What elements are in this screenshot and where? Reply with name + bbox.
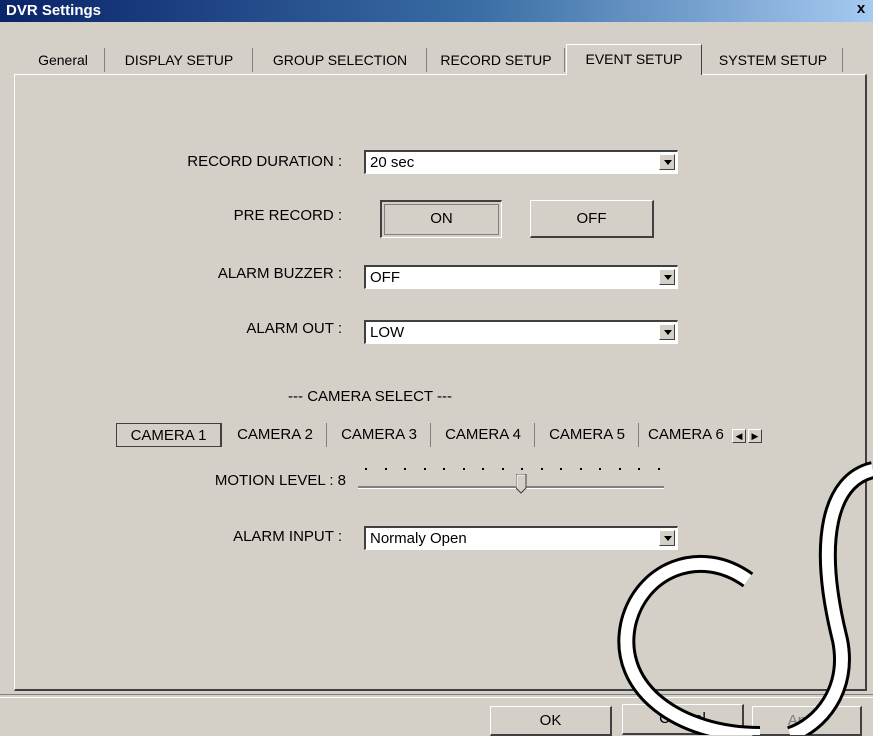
pre-record-off-label: OFF <box>576 210 607 227</box>
footer-separator <box>0 694 873 698</box>
camera-tab-4[interactable]: CAMERA 4 <box>432 423 535 447</box>
alarm-buzzer-select[interactable]: OFF <box>364 265 678 289</box>
slider-tick <box>482 468 485 470</box>
tab-event-setup[interactable]: EVENT SETUP <box>566 44 702 75</box>
apply-label: Apply <box>787 712 826 729</box>
slider-tick <box>521 468 524 470</box>
record-duration-label: RECORD DURATION : <box>187 153 342 170</box>
tab-system-setup[interactable]: SYSTEM SETUP <box>704 48 843 72</box>
camera-select-heading: --- CAMERA SELECT --- <box>288 388 452 405</box>
camera-tab-6[interactable]: CAMERA 6 <box>640 423 732 447</box>
pre-record-on-label: ON <box>430 210 453 227</box>
slider-tick <box>560 468 563 470</box>
slider-tick <box>462 468 465 470</box>
tab-group-selection[interactable]: GROUP SELECTION <box>254 48 427 72</box>
motion-level-thumb[interactable] <box>516 474 527 494</box>
chevron-down-icon[interactable] <box>659 324 675 340</box>
slider-tick <box>443 468 446 470</box>
arrow-left-icon[interactable]: ◀ <box>732 429 746 443</box>
chevron-down-icon[interactable] <box>659 530 675 546</box>
chevron-down-icon[interactable] <box>659 154 675 170</box>
camera-tab-2[interactable]: CAMERA 2 <box>224 423 327 447</box>
slider-tick <box>365 468 367 470</box>
record-duration-select[interactable]: 20 sec <box>364 150 678 174</box>
alarm-input-select[interactable]: Normaly Open <box>364 526 678 550</box>
cancel-button[interactable]: Cancel <box>622 704 744 735</box>
slider-tick <box>618 468 621 470</box>
tab-general[interactable]: General <box>22 48 105 72</box>
arrow-right-icon[interactable]: ▶ <box>748 429 762 443</box>
slider-tick <box>501 468 504 470</box>
slider-tick <box>404 468 407 470</box>
window-title: DVR Settings <box>6 2 102 19</box>
alarm-input-value: Normaly Open <box>370 530 467 547</box>
slider-tick <box>540 468 543 470</box>
camera-tab-5[interactable]: CAMERA 5 <box>536 423 639 447</box>
ok-button[interactable]: OK <box>490 706 612 736</box>
slider-tick <box>579 468 582 470</box>
alarm-out-select[interactable]: LOW <box>364 320 678 344</box>
alarm-input-label: ALARM INPUT : <box>233 528 342 545</box>
close-icon[interactable]: x <box>853 1 869 17</box>
apply-button[interactable]: Apply <box>752 706 862 736</box>
motion-level-track[interactable] <box>358 486 664 489</box>
title-bar: DVR Settings x <box>0 0 873 22</box>
pre-record-off-button[interactable]: OFF <box>530 200 654 238</box>
pre-record-on-button[interactable]: ON <box>380 200 502 238</box>
camera-tab-1[interactable]: CAMERA 1 <box>116 423 222 447</box>
slider-tick <box>423 468 426 470</box>
alarm-out-label: ALARM OUT : <box>246 320 342 337</box>
camera-tab-3[interactable]: CAMERA 3 <box>328 423 431 447</box>
record-duration-value: 20 sec <box>370 154 415 171</box>
slider-tick <box>638 468 641 470</box>
cancel-label: Cancel <box>659 710 706 727</box>
slider-tick <box>599 468 602 470</box>
tab-record-setup[interactable]: RECORD SETUP <box>428 48 565 72</box>
slider-tick <box>384 468 387 470</box>
alarm-out-value: LOW <box>370 324 405 341</box>
alarm-buzzer-label: ALARM BUZZER : <box>217 265 342 282</box>
pre-record-label: PRE RECORD : <box>233 207 342 224</box>
ok-label: OK <box>539 712 562 729</box>
slider-tick <box>658 468 660 470</box>
alarm-buzzer-value: OFF <box>370 269 400 286</box>
chevron-down-icon[interactable] <box>659 269 675 285</box>
motion-level-label: MOTION LEVEL : 8 <box>214 472 346 489</box>
tab-display-setup[interactable]: DISPLAY SETUP <box>106 48 253 72</box>
